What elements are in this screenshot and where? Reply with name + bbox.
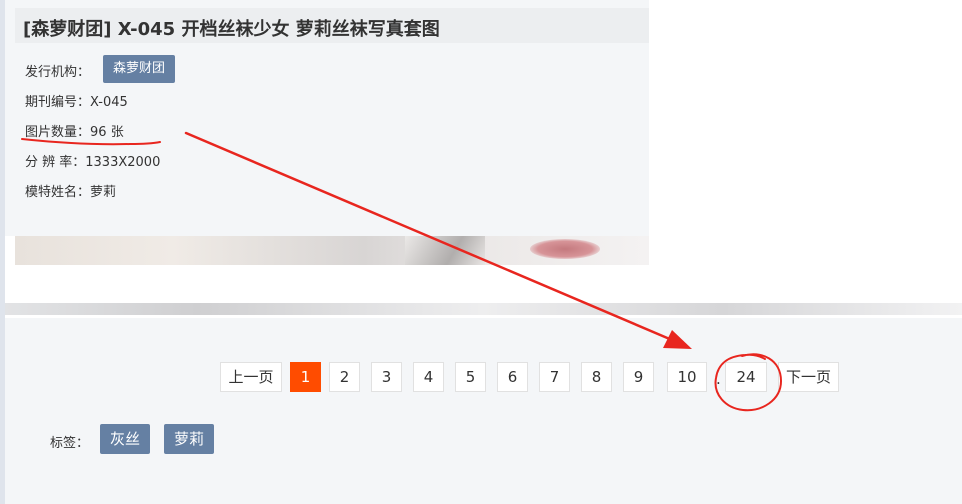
page-6-button[interactable]: 6 [497, 362, 528, 392]
publisher-label: 发行机构： [25, 65, 91, 80]
model-row: 模特姓名：萝莉 [25, 181, 116, 200]
photo-hair-detail [405, 236, 485, 265]
photo-divider [5, 303, 962, 315]
post-info-panel: [森萝财团] X-045 开档丝袜少女 萝莉丝袜写真套图 [5, 0, 649, 236]
photo-lips-detail [530, 239, 600, 259]
prev-page-button[interactable]: 上一页 [220, 362, 282, 392]
page-7-button[interactable]: 7 [539, 362, 570, 392]
publisher-row: 发行机构： [25, 61, 90, 80]
page-2-button[interactable]: 2 [329, 362, 360, 392]
page-5-button[interactable]: 5 [455, 362, 486, 392]
pagination: 上一页 1 2 3 4 5 6 7 8 9 10 . 24 下一页 [0, 362, 962, 392]
page-1-button[interactable]: 1 [290, 362, 321, 392]
model-label: 模特姓名： [25, 185, 91, 200]
resolution-label: 分 辨 率： [25, 155, 86, 170]
model-value: 萝莉 [90, 185, 117, 200]
issue-row: 期刊编号：X-045 [25, 91, 128, 110]
page-9-button[interactable]: 9 [623, 362, 654, 392]
page-title: [森萝财团] X-045 开档丝袜少女 萝莉丝袜写真套图 [23, 19, 440, 40]
photo-preview [15, 236, 649, 265]
last-page-button[interactable]: 24 [725, 362, 767, 392]
page-8-button[interactable]: 8 [581, 362, 612, 392]
publisher-button[interactable]: 森萝财团 [103, 55, 176, 83]
issue-value: X-045 [90, 95, 128, 110]
pagination-ellipsis: . [716, 370, 721, 388]
count-value: 96 张 [90, 125, 124, 140]
resolution-value: 1333X2000 [85, 155, 161, 170]
pagination-panel [5, 318, 962, 504]
tags-label: 标签： [50, 436, 90, 451]
resolution-row: 分 辨 率：1333X2000 [25, 151, 160, 170]
tag-gray-stockings[interactable]: 灰丝 [100, 424, 151, 454]
title-bar: [森萝财团] X-045 开档丝袜少女 萝莉丝袜写真套图 [15, 8, 649, 43]
page-3-button[interactable]: 3 [371, 362, 402, 392]
next-page-button[interactable]: 下一页 [778, 362, 839, 392]
tag-loli[interactable]: 萝莉 [164, 424, 215, 454]
count-label: 图片数量： [25, 125, 91, 140]
count-row: 图片数量：96 张 [25, 121, 124, 140]
page-4-button[interactable]: 4 [413, 362, 444, 392]
issue-label: 期刊编号： [25, 95, 91, 110]
page-10-button[interactable]: 10 [667, 362, 707, 392]
